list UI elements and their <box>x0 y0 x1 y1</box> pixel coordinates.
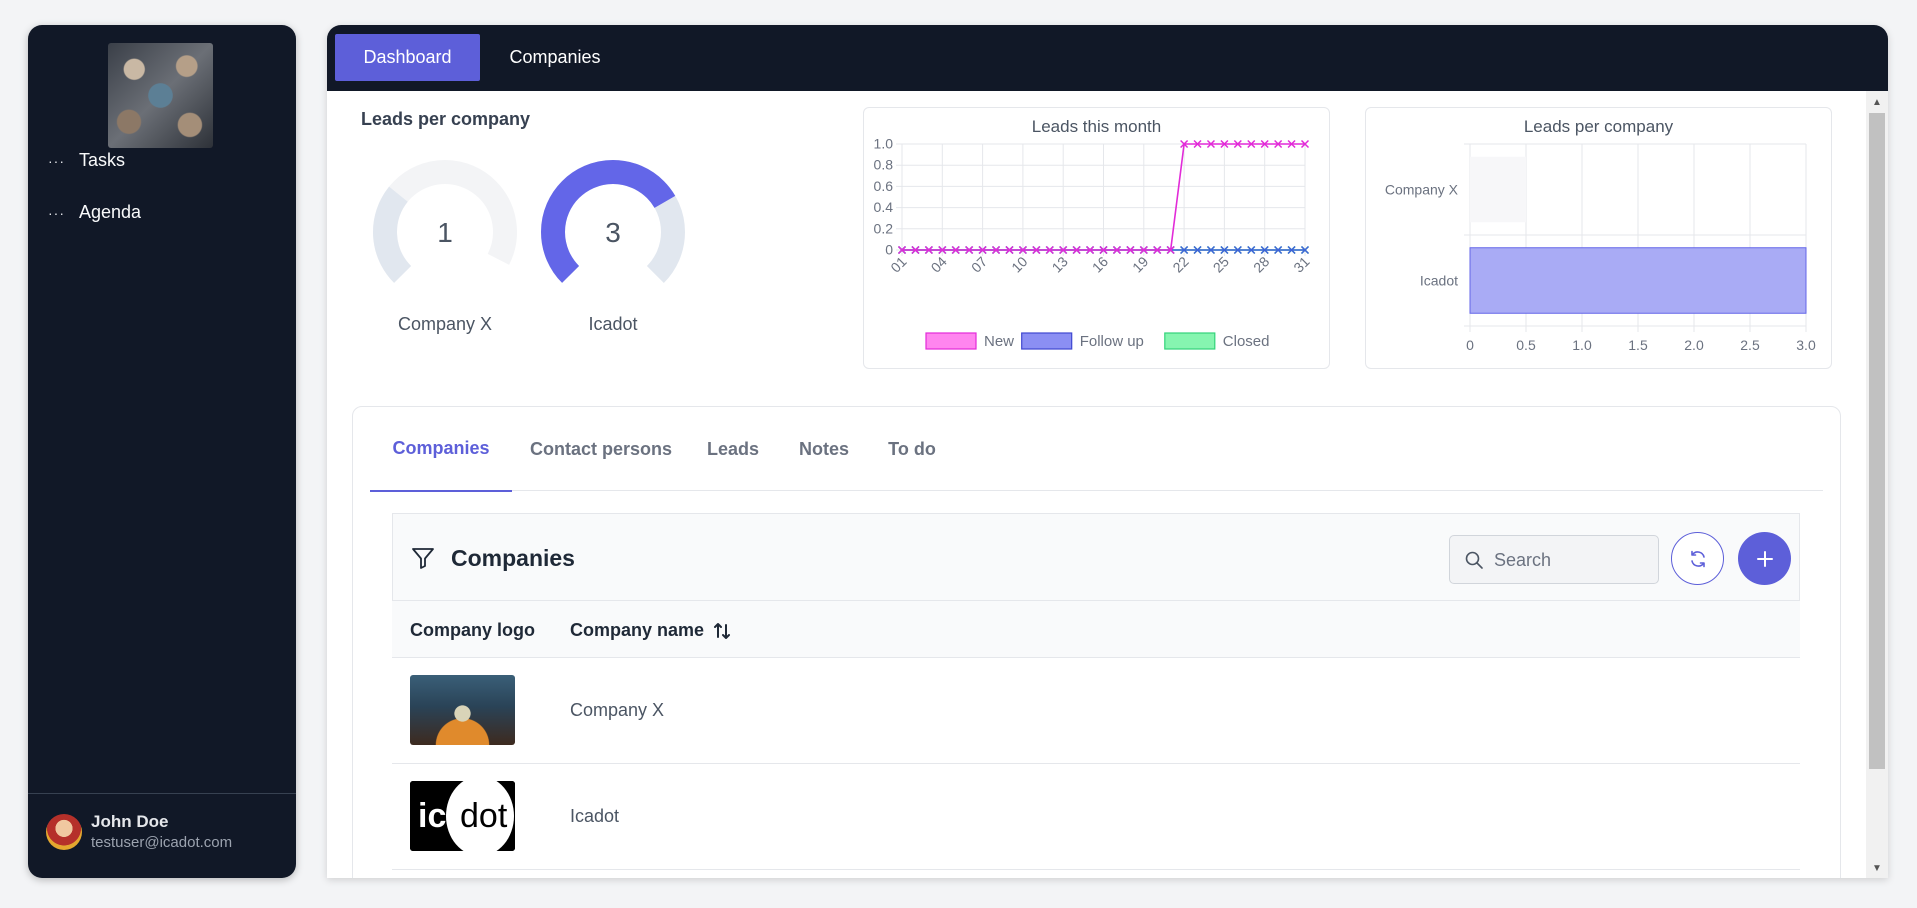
tab-notes[interactable]: Notes <box>776 407 872 491</box>
sort-icon[interactable] <box>712 621 732 641</box>
logo-text: dot <box>460 797 508 835</box>
legend-label: Closed <box>1223 333 1270 350</box>
filter-icon[interactable] <box>411 546 435 570</box>
user-email: testuser@icadot.com <box>91 834 233 851</box>
sidebar-item-agenda[interactable]: ··· Agenda <box>48 202 141 223</box>
donut-icadot: 3 Icadot <box>540 159 686 335</box>
tab-companies-list[interactable]: Companies <box>370 407 512 492</box>
icadot-logo: ica dot <box>410 781 515 851</box>
column-label: Company logo <box>410 620 535 640</box>
column-header-company-name[interactable]: Company name <box>570 620 732 641</box>
sidebar-divider <box>28 793 296 794</box>
x-tick-label: 0 <box>1466 337 1474 353</box>
vertical-scrollbar[interactable]: ▲ ▼ <box>1866 91 1888 878</box>
search-icon <box>1465 551 1483 569</box>
scroll-down-arrow-icon[interactable]: ▼ <box>1866 863 1888 874</box>
leads-this-month-chart: Leads this month 0 0.2 0.4 0.6 0.8 1.0 01 04 07 1… <box>863 107 1330 369</box>
donut-company-x: 1 Company X <box>372 159 518 335</box>
x-tick-label: 1.0 <box>1572 337 1592 353</box>
x-tick-label: 07 <box>968 253 990 275</box>
x-tick-label: 0.5 <box>1516 337 1536 353</box>
company-logo-image: ica dot <box>410 781 515 851</box>
refresh-button[interactable] <box>1671 532 1724 585</box>
donut-label: Icadot <box>588 314 638 334</box>
y-tick-label: 0.2 <box>874 220 894 236</box>
companies-table-card: Companies Search Company logo Company na… <box>392 513 1800 878</box>
y-tick-label: 0.8 <box>874 157 894 173</box>
sidebar-item-tasks[interactable]: ··· Tasks <box>48 150 125 171</box>
x-tick-label: 1.5 <box>1628 337 1648 353</box>
entity-tabs-panel: Companies Contact persons Leads Notes To… <box>352 406 1841 878</box>
leads-per-company-title: Leads per company <box>361 109 531 129</box>
donut-value: 3 <box>605 217 621 248</box>
x-tick-label: 10 <box>1008 253 1030 275</box>
bar <box>1469 247 1807 314</box>
table-row[interactable]: Company X <box>392 658 1800 764</box>
x-tick-label: 28 <box>1250 253 1272 275</box>
x-tick-label: 16 <box>1089 253 1111 275</box>
company-name: Icadot <box>570 806 620 826</box>
line-chart-svg: 00.20.40.60.81.001 04 07 10 13 16 19 22 25 28 31Ne… <box>874 136 1313 351</box>
donut-value: 1 <box>437 217 453 248</box>
legend-label: Follow up <box>1080 333 1144 350</box>
tab-contact-persons[interactable]: Contact persons <box>512 407 690 491</box>
bar-chart-svg: 0 0.5 1.0 1.5 2.0 2.5 3.0 Company X Icadot <box>1385 143 1816 353</box>
donut-chart: 1 <box>373 160 517 304</box>
table-header-bar: Companies <box>392 513 1800 601</box>
company-logo-image <box>410 675 515 745</box>
dots-icon: ··· <box>48 152 65 169</box>
company-name: Company X <box>570 700 665 720</box>
legend-swatch <box>1021 332 1073 350</box>
scroll-up-arrow-icon[interactable]: ▲ <box>1866 97 1888 108</box>
table-title: Companies <box>451 545 575 571</box>
legend-swatch <box>925 332 977 350</box>
table-row[interactable]: ica dot Icadot <box>392 764 1800 870</box>
table-column-headers: Company logo Company name <box>392 601 1800 658</box>
column-label: Company name <box>570 620 705 640</box>
y-tick-label: 0 <box>885 242 893 258</box>
x-tick-label: 25 <box>1210 253 1232 275</box>
leads-per-company-chart: Leads per company 0 0.5 1.0 1.5 2.0 2.5 3.0 Com… <box>1365 107 1832 369</box>
bar <box>1470 156 1526 223</box>
x-tick-label: 31 <box>1290 253 1312 275</box>
tab-bar: Companies Contact persons Leads Notes To… <box>370 407 1823 492</box>
x-tick-label: 04 <box>928 253 950 275</box>
tab-dashboard[interactable]: Dashboard <box>335 34 480 81</box>
donut-label: Company X <box>397 314 493 334</box>
user-name: John Doe <box>91 812 169 831</box>
legend-swatch <box>1164 332 1216 350</box>
donut-chart: 3 <box>541 160 685 304</box>
user-profile[interactable]: John Doe testuser@icadot.com <box>46 812 232 851</box>
tab-leads[interactable]: Leads <box>690 407 776 491</box>
x-tick-label: 22 <box>1169 253 1191 275</box>
x-tick-label: 2.0 <box>1684 337 1704 353</box>
y-tick-label: Icadot <box>1420 273 1458 289</box>
y-tick-label: 0.6 <box>874 178 894 194</box>
refresh-icon <box>1690 550 1705 567</box>
y-tick-label: 0.4 <box>874 199 894 215</box>
x-tick-label: 13 <box>1048 253 1070 275</box>
x-tick-label: 3.0 <box>1796 337 1816 353</box>
column-header-company-logo: Company logo <box>410 620 535 641</box>
avatar <box>46 813 82 850</box>
dots-icon: ··· <box>48 204 65 221</box>
app-logo-image <box>108 43 213 148</box>
y-tick-label: Company X <box>1385 182 1459 198</box>
scrollbar-thumb[interactable] <box>1869 113 1885 769</box>
sidebar: ··· Tasks ··· Agenda John Doe testuser@i… <box>28 25 296 878</box>
add-company-button[interactable] <box>1738 532 1791 585</box>
top-navbar: Dashboard Companies <box>327 25 1888 91</box>
sidebar-item-label: Agenda <box>79 202 142 222</box>
main-window: Dashboard Companies ▲ ▼ Leads per compan… <box>327 25 1888 878</box>
legend-label: New <box>984 333 1014 350</box>
x-tick-label: 19 <box>1129 253 1151 275</box>
x-tick-label: 2.5 <box>1740 337 1760 353</box>
sidebar-item-label: Tasks <box>79 150 126 170</box>
y-tick-label: 1.0 <box>874 136 894 152</box>
tab-companies[interactable]: Companies <box>485 34 625 81</box>
search-box[interactable] <box>1449 535 1659 584</box>
tab-todo[interactable]: To do <box>872 407 952 491</box>
search-input[interactable] <box>1494 548 1644 572</box>
plus-icon <box>1756 550 1773 567</box>
